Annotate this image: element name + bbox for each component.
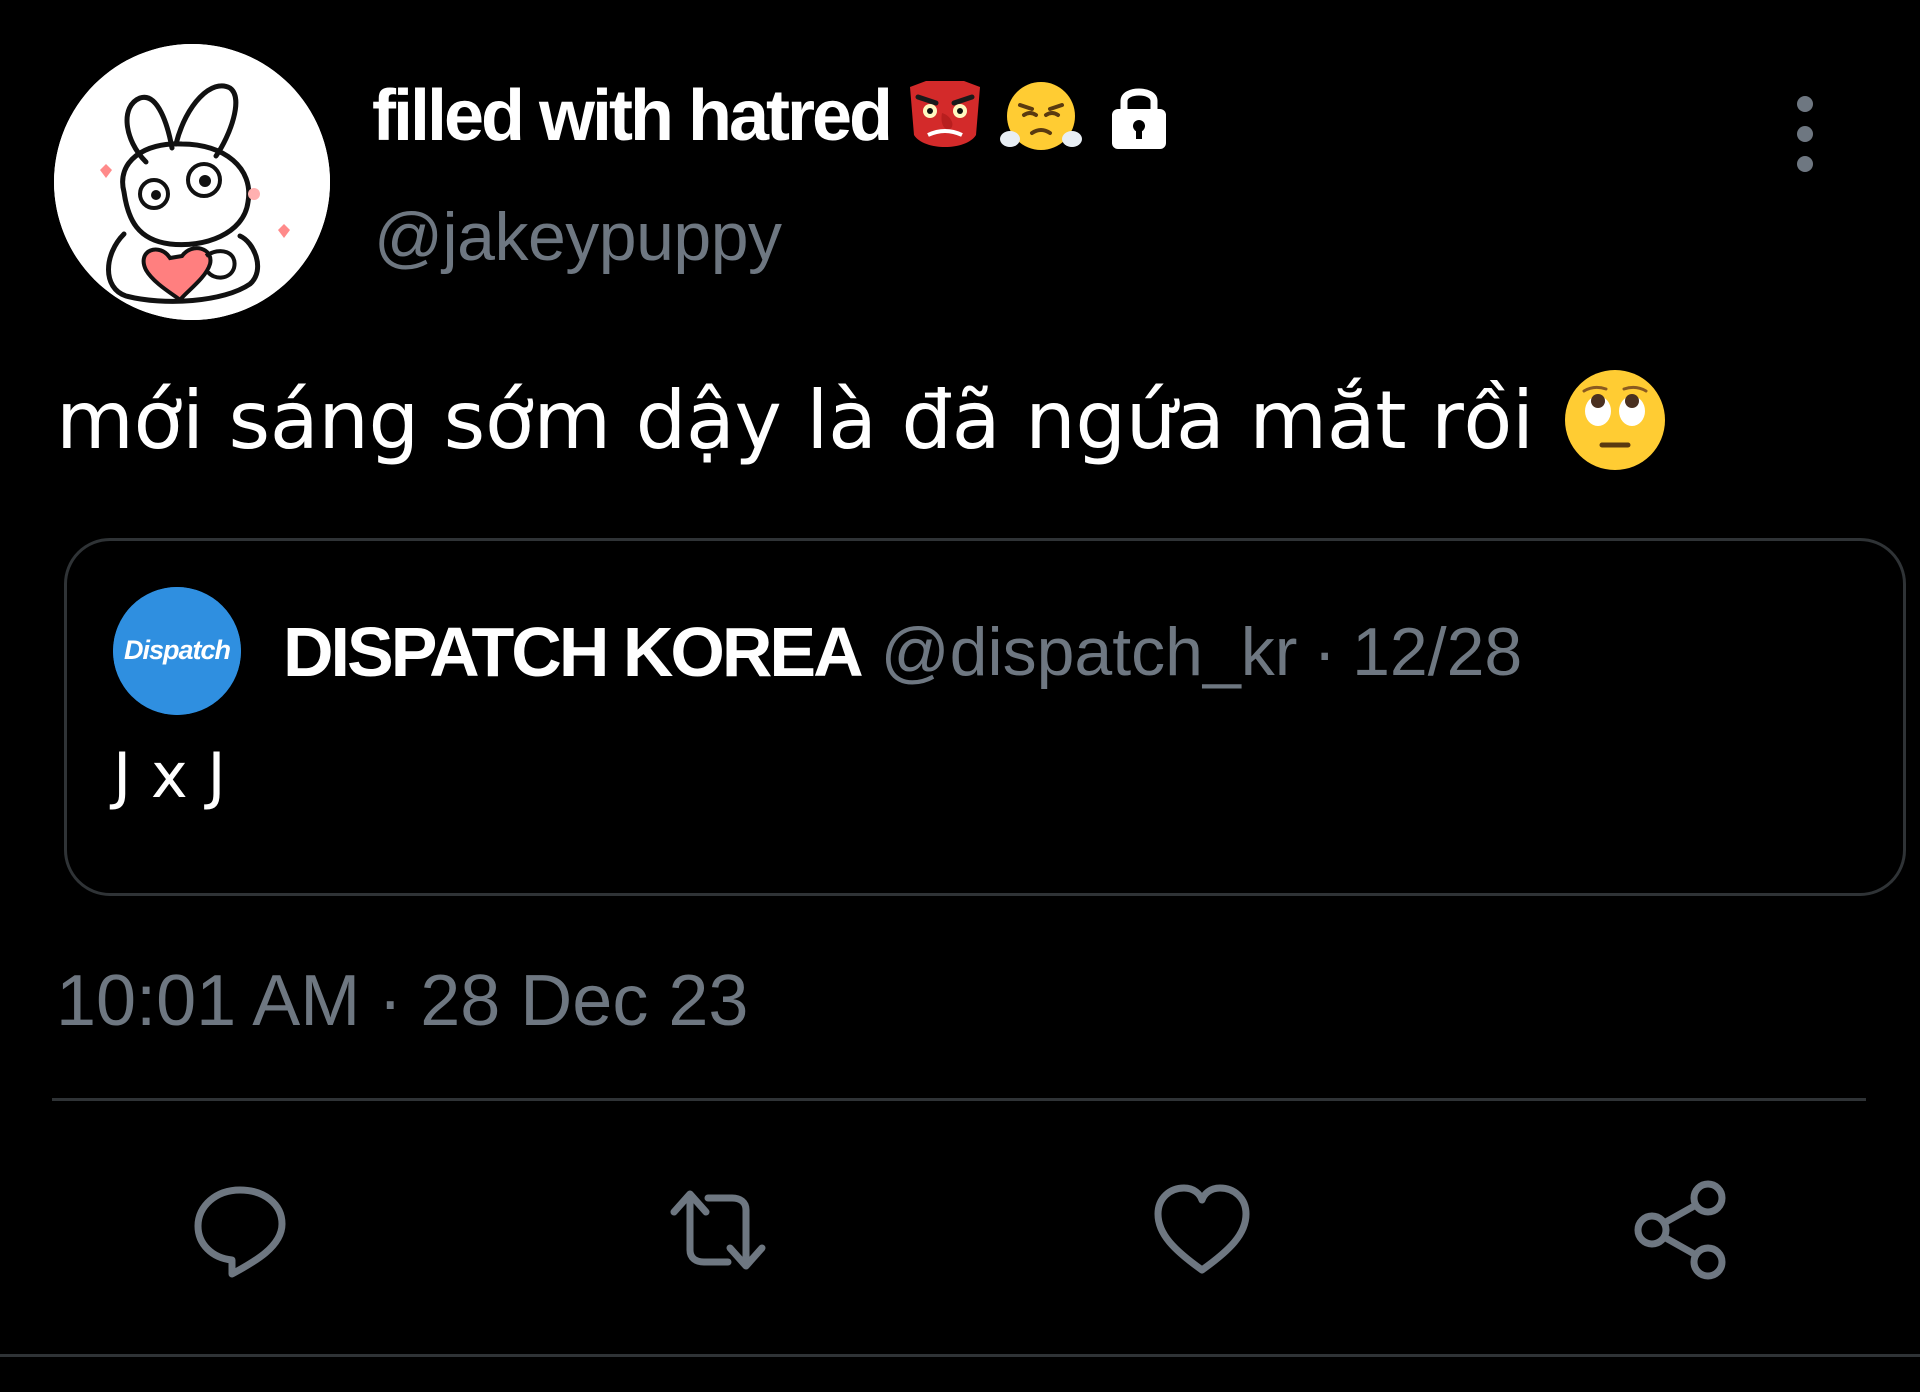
quoted-author-name[interactable]: DISPATCH KOREA [283,612,864,692]
bottom-divider [0,1354,1920,1357]
reply-button[interactable] [188,1178,292,1282]
reply-icon [194,1186,286,1278]
retweet-button[interactable] [666,1178,770,1282]
more-dot-icon [1797,156,1813,172]
quoted-author-handle[interactable]: @dispatch_kr [881,613,1298,691]
author-handle[interactable]: @jakeypuppy [374,198,782,276]
quoted-separator: · [1313,614,1337,690]
share-icon [1634,1180,1726,1280]
more-dot-icon [1797,96,1813,112]
share-button[interactable] [1628,1178,1732,1282]
tweet-date: 28 Dec 23 [420,961,749,1041]
tweet-timestamp[interactable]: 10:01 AM · 28 Dec 23 [56,956,748,1046]
goblin-mask-emoji-icon [904,75,986,157]
more-dot-icon [1797,126,1813,142]
divider [52,1098,1866,1101]
author-avatar[interactable] [54,44,330,320]
heart-icon [1154,1184,1250,1274]
quoted-tweet-card[interactable]: Dispatch DISPATCH KOREA @dispatch_kr · 1… [64,538,1906,896]
bunny-drawing [54,44,330,320]
author-display-name[interactable]: filled with hatred [372,75,893,157]
face-with-rolling-eyes-emoji-icon [1562,367,1668,473]
quoted-tweet-header: DISPATCH KOREA @dispatch_kr · 12/28 [283,607,1522,697]
timestamp-separator: · [378,961,403,1041]
retweet-icon [670,1190,766,1270]
tweet-time: 10:01 AM [56,961,361,1041]
more-options-button[interactable] [1780,96,1830,172]
lock-icon [1100,77,1178,155]
face-with-steam-emoji-icon [1000,75,1083,157]
dispatch-logo-text: Dispatch [124,635,231,665]
quoted-date: 12/28 [1352,614,1523,690]
dispatch-avatar[interactable]: Dispatch [113,587,241,715]
like-button[interactable] [1150,1178,1254,1282]
author-name-row: filled with hatred [372,70,1178,162]
tweet-text: mới sáng sớm dậy là đã ngứa mắt rồi [56,373,1534,467]
quoted-tweet-text: J x J [113,739,226,812]
tweet-text-row: mới sáng sớm dậy là đã ngứa mắt rồi [56,370,1668,470]
